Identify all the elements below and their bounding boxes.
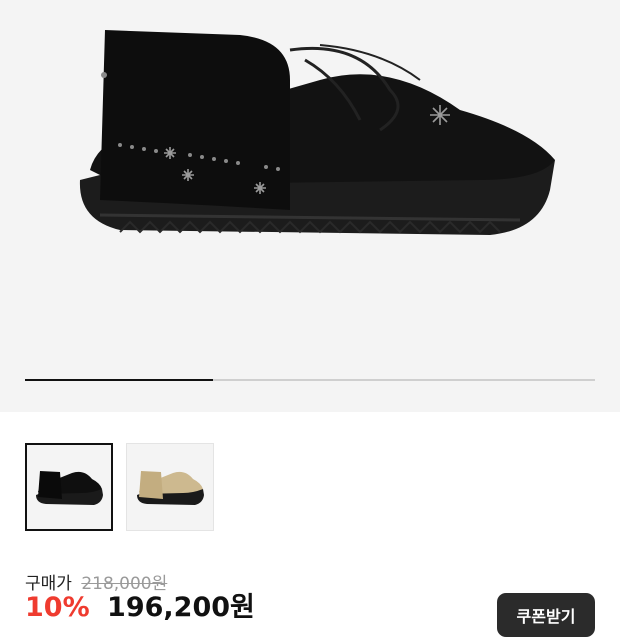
product-main-image: [79, 30, 555, 235]
product-image-gallery[interactable]: [0, 0, 620, 412]
original-price: 218,000원: [81, 574, 168, 594]
coupon-button[interactable]: 쿠폰받기: [497, 593, 595, 637]
purchase-price-row: 구매가 218,000원: [25, 569, 167, 594]
sale-price-row: 10% 196,200원: [25, 594, 255, 621]
gallery-progress-fill: [25, 379, 214, 381]
gallery-progress-bar: [25, 379, 595, 381]
thumbnail-list: [25, 443, 214, 531]
purchase-price-label: 구매가: [25, 574, 72, 594]
black-shoe-icon: [36, 471, 103, 505]
black-shoe-thumbnail[interactable]: [25, 443, 113, 531]
final-price: 196,200원: [107, 592, 255, 623]
discount-rate: 10%: [25, 592, 90, 623]
beige-shoe-thumbnail[interactable]: [126, 443, 214, 531]
beige-shoe-icon: [137, 471, 204, 505]
